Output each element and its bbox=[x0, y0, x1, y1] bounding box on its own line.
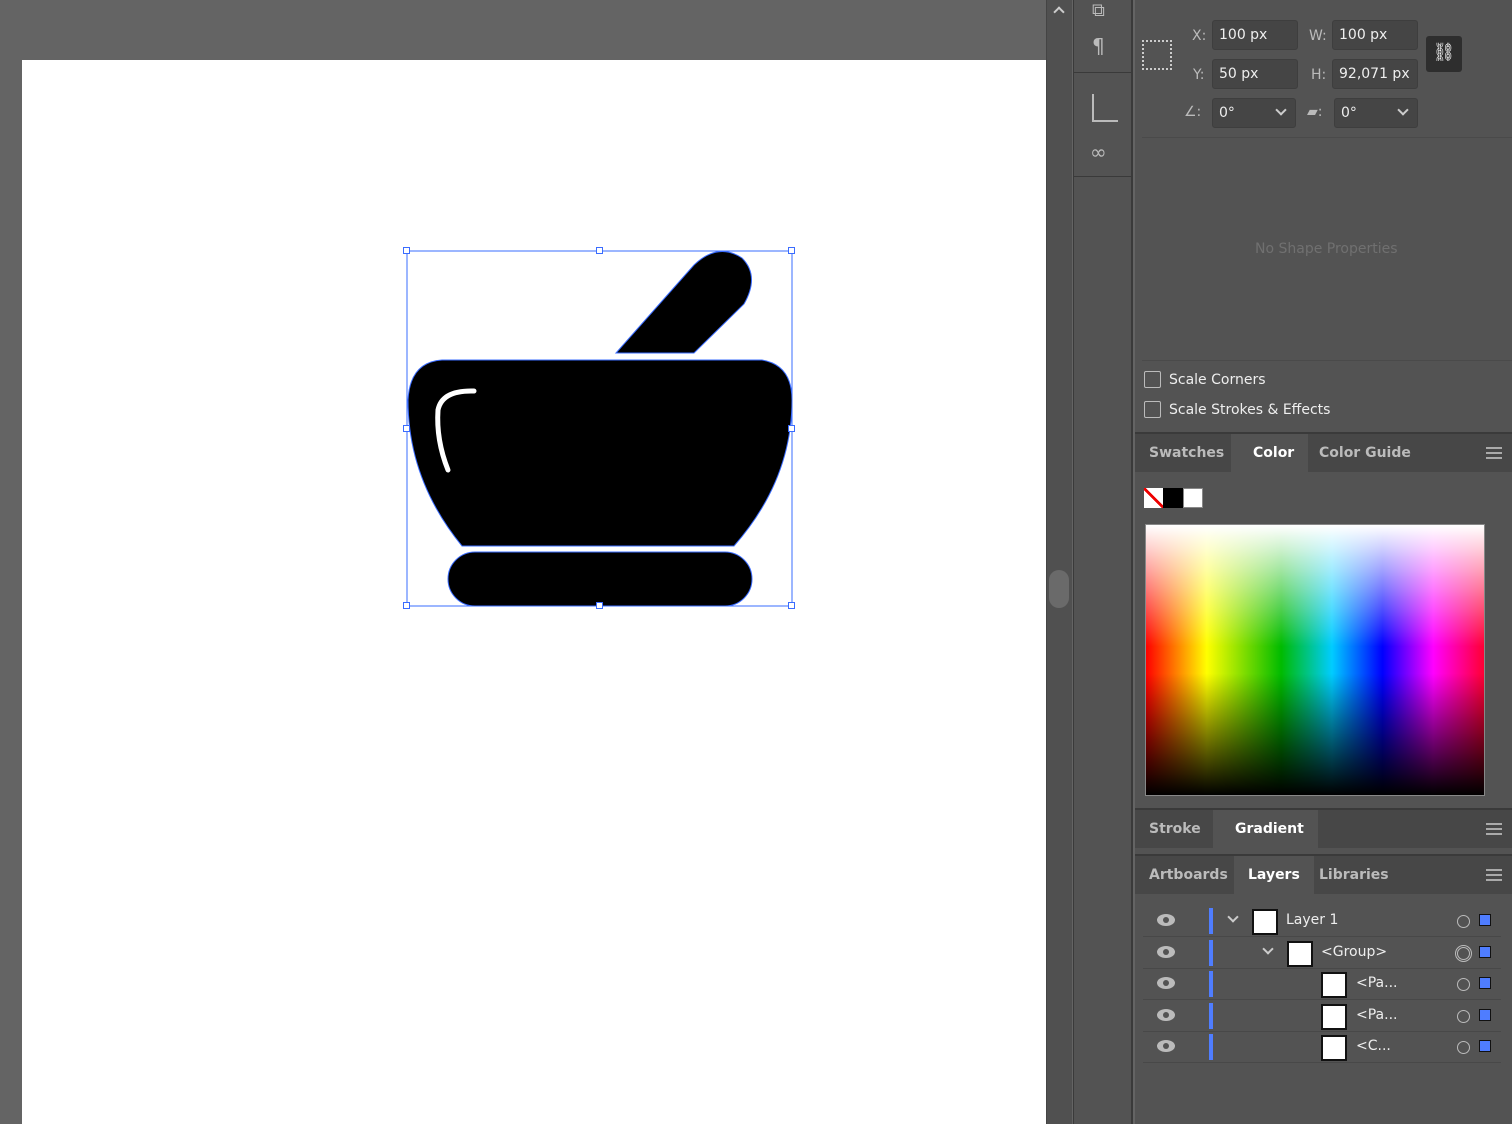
layer-row[interactable]: <C... bbox=[1143, 1032, 1501, 1063]
rotate-icon: ∠: bbox=[1184, 104, 1202, 120]
x-field[interactable]: 100 px bbox=[1212, 20, 1298, 50]
export-icon[interactable] bbox=[1092, 94, 1118, 122]
expand-chevron-icon[interactable] bbox=[1262, 943, 1274, 955]
layer-name: <Pa... bbox=[1356, 975, 1398, 991]
tab-artboards[interactable]: Artboards bbox=[1135, 856, 1242, 896]
selection-indicator[interactable] bbox=[1479, 1009, 1491, 1021]
target-icon[interactable] bbox=[1457, 915, 1470, 928]
scroll-up-icon[interactable] bbox=[1053, 6, 1065, 18]
target-icon[interactable] bbox=[1457, 1041, 1470, 1054]
layer-name: <C... bbox=[1356, 1038, 1391, 1054]
layers-tabbar: Artboards Layers Libraries bbox=[1135, 854, 1512, 896]
width-field[interactable]: 100 px bbox=[1332, 20, 1418, 50]
selection-indicator[interactable] bbox=[1479, 1040, 1491, 1052]
tab-libraries[interactable]: Libraries bbox=[1305, 856, 1403, 896]
panel-menu-icon[interactable] bbox=[1486, 447, 1502, 459]
handle-ml[interactable] bbox=[403, 425, 410, 432]
tab-layers[interactable]: Layers bbox=[1234, 856, 1314, 896]
scale-corners-label: Scale Corners bbox=[1169, 372, 1266, 388]
constrain-proportions-button[interactable]: ⛓ bbox=[1426, 36, 1462, 72]
handle-tr[interactable] bbox=[788, 247, 795, 254]
x-label: X: bbox=[1192, 28, 1207, 44]
layer-row[interactable]: <Group> bbox=[1143, 938, 1501, 969]
layer-thumbnail bbox=[1321, 1035, 1347, 1061]
divider bbox=[1142, 137, 1512, 138]
expand-chevron-icon[interactable] bbox=[1227, 911, 1239, 923]
links-icon[interactable]: ∞ bbox=[1090, 140, 1107, 164]
layer-name: <Group> bbox=[1321, 944, 1388, 960]
no-shape-properties: No Shape Properties bbox=[1255, 241, 1398, 257]
scale-corners-checkbox[interactable] bbox=[1144, 371, 1161, 388]
layer-thumbnail bbox=[1321, 972, 1347, 998]
target-icon[interactable] bbox=[1457, 1010, 1470, 1023]
layer-thumbnail bbox=[1252, 909, 1278, 935]
color-tabbar: Swatches Color Color Guide bbox=[1135, 432, 1512, 474]
scale-strokes-label: Scale Strokes & Effects bbox=[1169, 402, 1331, 418]
layer-color-bar bbox=[1209, 971, 1213, 997]
divider bbox=[1074, 176, 1132, 177]
height-field[interactable]: 92,071 px bbox=[1332, 59, 1418, 89]
paragraph-styles-icon[interactable]: ¶ bbox=[1092, 34, 1105, 58]
none-swatch[interactable] bbox=[1144, 488, 1164, 508]
tab-color-guide[interactable]: Color Guide bbox=[1305, 434, 1425, 474]
target-icon[interactable] bbox=[1455, 945, 1472, 962]
layer-row[interactable]: <Pa... bbox=[1143, 969, 1501, 1000]
artboard[interactable] bbox=[22, 60, 1046, 1124]
divider bbox=[1074, 72, 1132, 73]
layer-color-bar bbox=[1209, 908, 1213, 934]
layer-name: Layer 1 bbox=[1286, 912, 1339, 928]
tab-gradient[interactable]: Gradient bbox=[1213, 810, 1318, 850]
black-swatch[interactable] bbox=[1163, 488, 1183, 508]
handle-tl[interactable] bbox=[403, 247, 410, 254]
scale-strokes-checkbox[interactable] bbox=[1144, 401, 1161, 418]
visibility-eye-icon[interactable] bbox=[1157, 914, 1175, 926]
panel-menu-icon[interactable] bbox=[1486, 823, 1502, 835]
divider bbox=[1142, 360, 1512, 361]
y-field[interactable]: 50 px bbox=[1212, 59, 1298, 89]
layer-color-bar bbox=[1209, 1003, 1213, 1029]
visibility-eye-icon[interactable] bbox=[1157, 1009, 1175, 1021]
properties-panel: X: 100 px W: 100 px ⛓ Y: 50 px H: 92,071… bbox=[1135, 0, 1512, 1124]
scrollbar-thumb[interactable] bbox=[1049, 570, 1069, 608]
w-label: W: bbox=[1309, 28, 1327, 44]
layer-color-bar bbox=[1209, 1034, 1213, 1060]
handle-bm[interactable] bbox=[596, 602, 603, 609]
reference-point-icon[interactable] bbox=[1142, 40, 1172, 70]
layer-color-bar bbox=[1209, 940, 1213, 966]
mortar-pestle-artwork[interactable] bbox=[22, 60, 1046, 1124]
layer-thumbnail bbox=[1287, 941, 1313, 967]
layer-row[interactable]: <Pa... bbox=[1143, 1001, 1501, 1032]
panel-icon-strip: ⧉ ¶ ∞ bbox=[1073, 0, 1133, 1124]
stroke-tabbar: Stroke Gradient bbox=[1135, 808, 1512, 850]
tab-swatches[interactable]: Swatches bbox=[1135, 434, 1238, 474]
visibility-eye-icon[interactable] bbox=[1157, 946, 1175, 958]
panel-menu-icon[interactable] bbox=[1486, 869, 1502, 881]
visibility-eye-icon[interactable] bbox=[1157, 977, 1175, 989]
h-label: H: bbox=[1311, 67, 1327, 83]
color-spectrum[interactable] bbox=[1145, 524, 1485, 796]
tab-color[interactable]: Color bbox=[1231, 434, 1309, 474]
handle-br[interactable] bbox=[788, 602, 795, 609]
character-styles-icon[interactable]: ⧉ bbox=[1092, 0, 1105, 21]
layer-name: <Pa... bbox=[1356, 1007, 1398, 1023]
layer-thumbnail bbox=[1321, 1004, 1347, 1030]
layer-row[interactable]: Layer 1 bbox=[1143, 906, 1501, 937]
handle-tm[interactable] bbox=[596, 247, 603, 254]
shear-icon: ▰: bbox=[1307, 104, 1323, 120]
handle-mr[interactable] bbox=[788, 425, 795, 432]
white-swatch[interactable] bbox=[1183, 488, 1203, 508]
visibility-eye-icon[interactable] bbox=[1157, 1040, 1175, 1052]
tab-stroke[interactable]: Stroke bbox=[1135, 810, 1215, 850]
vertical-scrollbar[interactable] bbox=[1046, 0, 1072, 1124]
selection-indicator[interactable] bbox=[1479, 946, 1491, 958]
handle-bl[interactable] bbox=[403, 602, 410, 609]
selection-indicator[interactable] bbox=[1479, 977, 1491, 989]
target-icon[interactable] bbox=[1457, 978, 1470, 991]
y-label: Y: bbox=[1193, 67, 1205, 83]
selection-indicator[interactable] bbox=[1479, 914, 1491, 926]
